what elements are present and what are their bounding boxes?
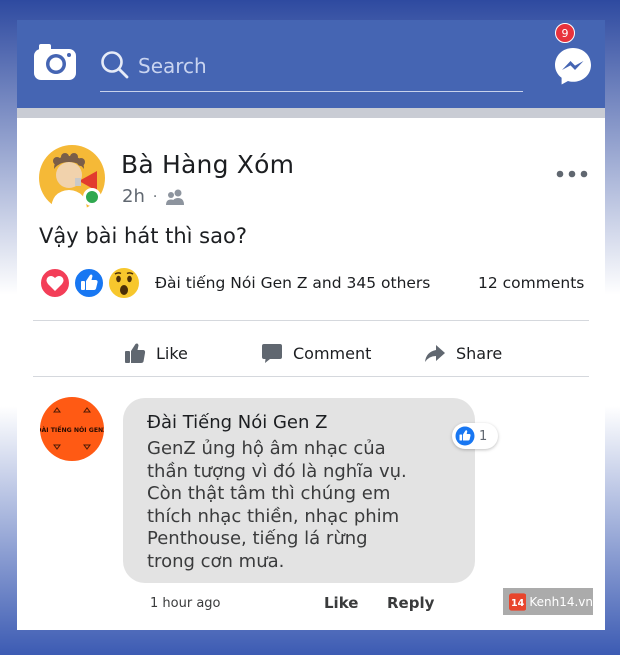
divider bbox=[33, 320, 589, 321]
header-divider bbox=[17, 108, 605, 118]
commenter-avatar[interactable]: ĐÀI TIẾNG NÓI GENZ bbox=[40, 397, 104, 461]
share-icon bbox=[425, 345, 445, 362]
search-bar[interactable] bbox=[100, 46, 523, 92]
messenger-icon[interactable] bbox=[553, 46, 593, 86]
more-options-icon[interactable] bbox=[555, 166, 589, 182]
share-button-label: Share bbox=[456, 343, 503, 363]
comment-author[interactable]: Đài Tiếng Nói Gen Z bbox=[147, 412, 327, 433]
love-reaction-icon bbox=[39, 267, 71, 299]
comment-like-number: 1 bbox=[479, 428, 488, 444]
kenh14-logo-icon: 14 bbox=[509, 592, 527, 611]
friends-icon bbox=[166, 189, 185, 205]
comment-bubble: Đài Tiếng Nói Gen Z GenZ ủng hộ âm nhạc … bbox=[123, 398, 475, 583]
comment-icon bbox=[262, 344, 282, 363]
meta-separator: · bbox=[152, 188, 158, 205]
top-navigation-bar bbox=[17, 20, 605, 108]
like-reaction-icon bbox=[455, 426, 475, 446]
wow-reaction-icon bbox=[107, 266, 141, 300]
comment-count[interactable]: 12 comments bbox=[478, 274, 584, 292]
comment-like-count[interactable]: 1 bbox=[452, 423, 498, 449]
camera-icon[interactable] bbox=[33, 43, 77, 81]
share-button[interactable]: Share bbox=[424, 338, 502, 368]
comment-text: GenZ ủng hộ âm nhạc của thần tượng vì đó… bbox=[147, 438, 407, 572]
post-meta: 2h · bbox=[122, 186, 185, 207]
post-author-name[interactable]: Bà Hàng Xóm bbox=[121, 150, 294, 179]
kenh14-logo-text: 14 bbox=[511, 597, 525, 608]
post-time[interactable]: 2h bbox=[122, 186, 145, 207]
reaction-summary[interactable]: Đài tiếng Nói Gen Z and 345 others bbox=[155, 274, 430, 292]
watermark-text: Kenh14.vn bbox=[529, 594, 593, 609]
search-input[interactable] bbox=[138, 50, 518, 82]
comment-reply-button[interactable]: Reply bbox=[387, 594, 434, 612]
like-button[interactable]: Like bbox=[124, 338, 188, 368]
search-icon bbox=[101, 51, 129, 79]
like-button-label: Like bbox=[156, 343, 188, 363]
kenh14-watermark: 14 Kenh14.vn bbox=[503, 588, 593, 615]
divider bbox=[33, 376, 589, 377]
like-reaction-icon bbox=[73, 267, 105, 299]
reaction-icons[interactable] bbox=[39, 266, 143, 300]
online-status-dot bbox=[83, 188, 101, 206]
comment-time[interactable]: 1 hour ago bbox=[150, 596, 220, 611]
thumbs-up-icon bbox=[125, 343, 146, 363]
comment-button-label: Comment bbox=[293, 343, 372, 363]
comment-like-button[interactable]: Like bbox=[324, 594, 358, 612]
comment-button[interactable]: Comment bbox=[261, 338, 371, 368]
messenger-badge: 9 bbox=[555, 23, 575, 43]
post-text: Vậy bài hát thì sao? bbox=[39, 224, 247, 248]
feed-frame: Bà Hàng Xóm 2h · Vậy bài hát thì sao? bbox=[17, 20, 605, 630]
